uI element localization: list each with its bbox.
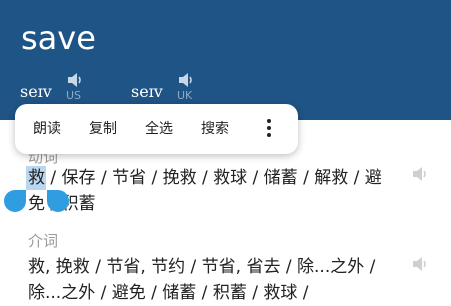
word-header: save seɪv US seɪv UK — [0, 0, 451, 120]
selection-handle-end[interactable] — [47, 190, 69, 212]
menu-item-select-all[interactable]: 全选 — [145, 104, 173, 154]
menu-item-copy[interactable]: 复制 — [89, 104, 117, 154]
region-label: UK — [177, 89, 193, 102]
pos-label-preposition: 介词 — [28, 232, 59, 250]
text-selection-menu: 朗读 复制 全选 搜索 — [15, 104, 298, 154]
selection-handle-start[interactable] — [4, 190, 26, 212]
region-label: US — [66, 89, 82, 102]
meaning-rest: / 保存 / 节省 / 挽救 / 救球 / 储蓄 / 解救 / 避免 / 积蓄 — [28, 168, 382, 214]
headword: save — [21, 19, 96, 57]
speaker-icon[interactable] — [66, 72, 84, 88]
ipa-text: seɪv — [131, 82, 163, 101]
selected-text: 救 — [28, 168, 45, 188]
menu-item-search[interactable]: 搜索 — [201, 104, 229, 154]
menu-item-read-aloud[interactable]: 朗读 — [33, 104, 61, 154]
more-vert-icon[interactable] — [264, 119, 274, 139]
speaker-icon[interactable] — [177, 72, 195, 88]
speaker-icon[interactable] — [411, 166, 429, 182]
meaning-text[interactable]: 救, 挽救 / 节省, 节约 / 节省, 省去 / 除...之外 / 除...之… — [28, 254, 398, 306]
ipa-text: seɪv — [20, 82, 52, 101]
meaning-rest: 救, 挽救 / 节省, 节约 / 节省, 省去 / 除...之外 / 除...之… — [28, 257, 376, 303]
speaker-icon[interactable] — [411, 256, 429, 272]
meaning-text[interactable]: 救 / 保存 / 节省 / 挽救 / 救球 / 储蓄 / 解救 / 避免 / 积… — [28, 165, 398, 217]
